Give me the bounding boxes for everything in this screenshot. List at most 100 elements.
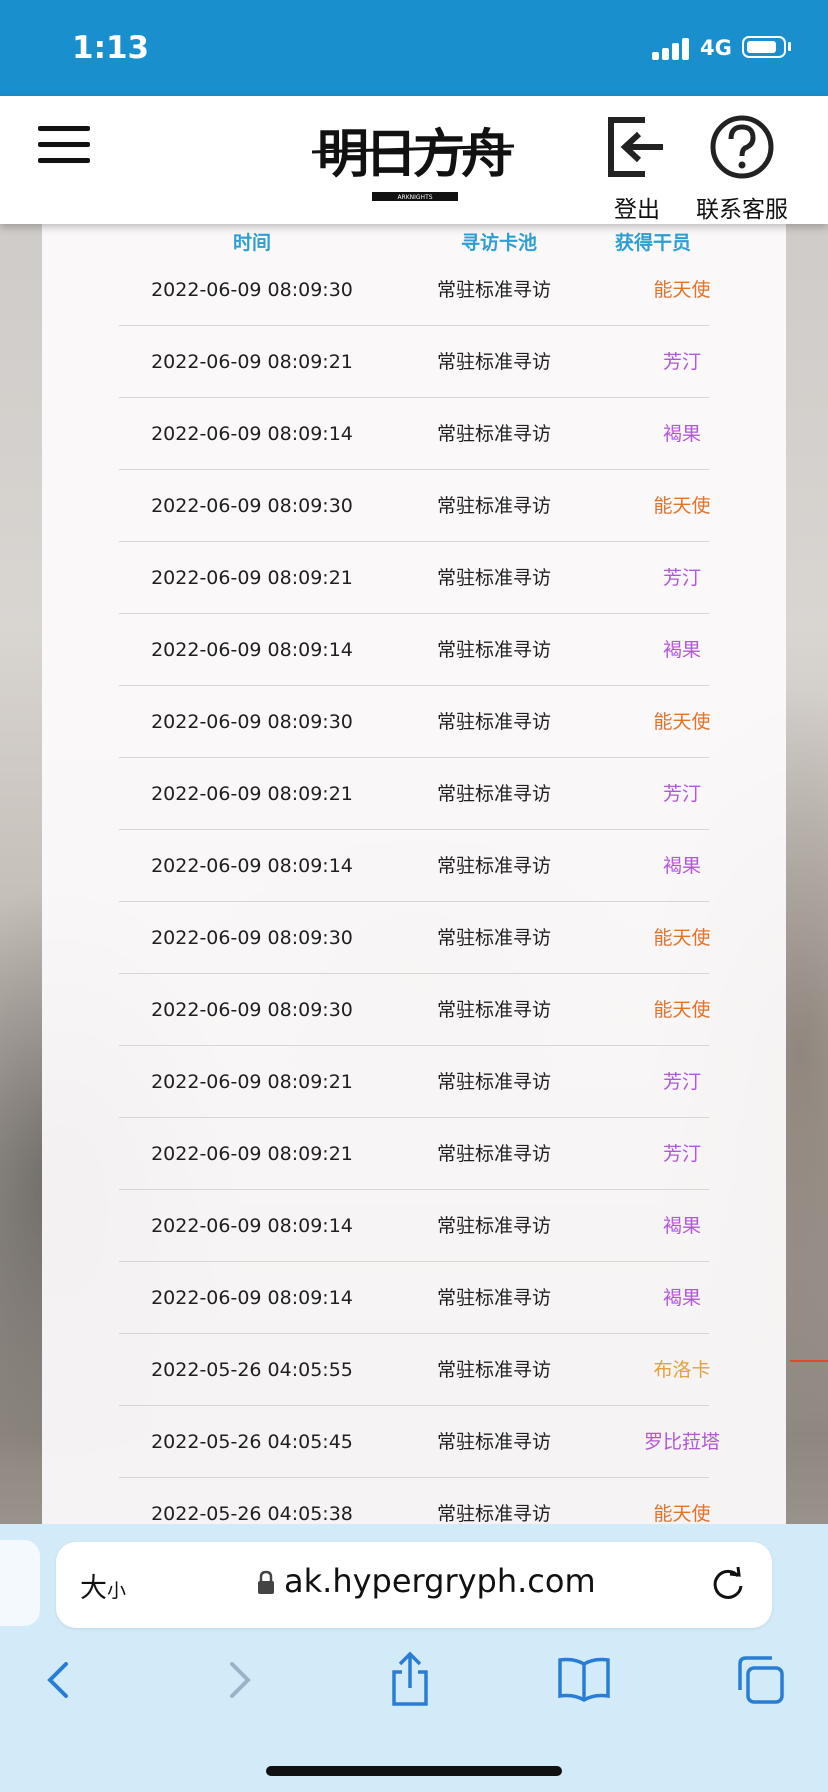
header-operator: 获得干员 (614, 232, 691, 254)
pull-time: 2022-06-09 08:09:14 (151, 1287, 353, 1309)
battery-cap (788, 42, 791, 51)
table-row: 2022-06-09 08:09:14 常驻标准寻访 褐果 (42, 1262, 786, 1334)
operator-name: 褐果 (662, 639, 701, 661)
pull-time: 2022-05-26 04:05:45 (151, 1431, 353, 1453)
pull-time: 2022-06-09 08:09:21 (151, 1071, 353, 1093)
banner-name: 常驻标准寻访 (436, 423, 551, 445)
table-row: 2022-06-09 08:09:21 常驻标准寻访 芳汀 (42, 758, 786, 830)
pull-time: 2022-05-26 04:05:55 (151, 1359, 353, 1381)
banner-name: 常驻标准寻访 (436, 855, 551, 877)
logo-subtext: ARKNIGHTS (397, 194, 432, 201)
logout-icon (608, 117, 663, 177)
banner-name: 常驻标准寻访 (436, 927, 551, 949)
logo-text: 明日方舟 (317, 124, 512, 185)
battery-icon (742, 36, 786, 58)
table-row: 2022-06-09 08:09:30 常驻标准寻访 能天使 (42, 902, 786, 974)
pull-time: 2022-06-09 08:09:30 (151, 999, 353, 1021)
status-time: 1:13 (72, 30, 150, 66)
operator-name: 能天使 (653, 711, 711, 733)
table-row: 2022-06-09 08:09:21 常驻标准寻访 芳汀 (42, 1046, 786, 1118)
browser-toolbar (0, 1650, 828, 1730)
pull-time: 2022-06-09 08:09:21 (151, 351, 353, 373)
banner-name: 常驻标准寻访 (436, 1503, 551, 1524)
pull-time: 2022-06-09 08:09:14 (151, 1215, 353, 1237)
table-row: 2022-06-09 08:09:30 常驻标准寻访 能天使 (42, 686, 786, 758)
bookmarks-icon[interactable] (554, 1650, 614, 1710)
network-type: 4G (700, 36, 732, 60)
banner-name: 常驻标准寻访 (436, 495, 551, 517)
operator-name: 芳汀 (662, 351, 701, 373)
pull-time: 2022-06-09 08:09:21 (151, 783, 353, 805)
tabs-icon[interactable] (730, 1650, 790, 1710)
table-row: 2022-05-26 04:05:55 常驻标准寻访 布洛卡 (42, 1334, 786, 1406)
table-row: 2022-06-09 08:09:14 常驻标准寻访 褐果 (42, 398, 786, 470)
text-size-button[interactable]: 大小 (80, 1566, 126, 1605)
operator-name: 褐果 (662, 423, 701, 445)
question-circle-icon (710, 115, 774, 179)
banner-name: 常驻标准寻访 (436, 1359, 551, 1381)
operator-name: 褐果 (662, 855, 701, 877)
previous-tab-preview[interactable] (0, 1540, 40, 1626)
url-text[interactable]: ak.hypergryph.com (284, 1562, 596, 1600)
table-row: 2022-06-09 08:09:30 常驻标准寻访 能天使 (42, 974, 786, 1046)
pull-time: 2022-05-26 04:05:38 (151, 1503, 353, 1524)
banner-name: 常驻标准寻访 (436, 783, 551, 805)
operator-name: 芳汀 (662, 1071, 701, 1093)
lock-icon (258, 1570, 274, 1594)
header-time: 时间 (232, 232, 271, 254)
logout-button[interactable]: 登出 (596, 112, 678, 223)
table-row: 2022-06-09 08:09:30 常驻标准寻访 能天使 (42, 470, 786, 542)
back-icon[interactable] (30, 1650, 90, 1710)
operator-name: 能天使 (653, 279, 711, 301)
banner-name: 常驻标准寻访 (436, 1071, 551, 1093)
header-pool: 寻访卡池 (460, 232, 537, 254)
table-row: 2022-06-09 08:09:21 常驻标准寻访 芳汀 (42, 542, 786, 614)
pull-time: 2022-06-09 08:09:14 (151, 639, 353, 661)
history-table-body: 2022-06-09 08:09:30 常驻标准寻访 能天使 2022-06-09 0… (42, 254, 786, 1524)
banner-name: 常驻标准寻访 (436, 1215, 551, 1237)
table-row: 2022-06-09 08:09:14 常驻标准寻访 褐果 (42, 614, 786, 686)
pull-time: 2022-06-09 08:09:30 (151, 711, 353, 733)
address-bar[interactable]: 大小 ak.hypergryph.com (56, 1542, 772, 1628)
site-header: 明日方舟 ARKNIGHTS 登出 联系客服 (0, 96, 828, 224)
table-row: 2022-06-09 08:09:30 常驻标准寻访 能天使 (42, 254, 786, 326)
hamburger-icon[interactable] (38, 126, 90, 166)
forward-icon[interactable] (208, 1650, 268, 1710)
operator-name: 芳汀 (662, 1143, 701, 1165)
customer-service-label: 联系客服 (696, 197, 788, 223)
pull-time: 2022-06-09 08:09:30 (151, 279, 353, 301)
logout-label: 登出 (614, 197, 660, 223)
pull-time: 2022-06-09 08:09:30 (151, 927, 353, 949)
background-accent-line (790, 1360, 828, 1362)
banner-name: 常驻标准寻访 (436, 999, 551, 1021)
share-icon[interactable] (380, 1650, 440, 1710)
reload-icon[interactable] (708, 1564, 748, 1604)
status-bar: 1:13 4G (0, 0, 828, 96)
operator-name: 芳汀 (662, 567, 701, 589)
home-indicator[interactable] (266, 1766, 562, 1776)
banner-name: 常驻标准寻访 (436, 1143, 551, 1165)
operator-name: 能天使 (653, 495, 711, 517)
banner-name: 常驻标准寻访 (436, 711, 551, 733)
table-row: 2022-06-09 08:09:14 常驻标准寻访 褐果 (42, 1190, 786, 1262)
banner-name: 常驻标准寻访 (436, 279, 551, 301)
table-row: 2022-05-26 04:05:45 常驻标准寻访 罗比菈塔 (42, 1406, 786, 1478)
table-row: 2022-06-09 08:09:21 常驻标准寻访 芳汀 (42, 326, 786, 398)
pull-time: 2022-06-09 08:09:14 (151, 855, 353, 877)
pull-time: 2022-06-09 08:09:30 (151, 495, 353, 517)
cellular-signal-icon (652, 38, 692, 60)
battery-level (747, 41, 776, 53)
operator-name: 能天使 (653, 1503, 711, 1524)
banner-name: 常驻标准寻访 (436, 639, 551, 661)
banner-name: 常驻标准寻访 (436, 567, 551, 589)
customer-service-button[interactable]: 联系客服 (690, 112, 794, 223)
operator-name: 能天使 (653, 927, 711, 949)
table-row: 2022-06-09 08:09:21 常驻标准寻访 芳汀 (42, 1118, 786, 1190)
gacha-history-panel: 时间 寻访卡池 获得干员 2022-06-09 08:09:30 常驻标准寻访 能天… (42, 224, 786, 1524)
banner-name: 常驻标准寻访 (436, 351, 551, 373)
arknights-logo[interactable]: 明日方舟 ARKNIGHTS (308, 112, 518, 212)
operator-name: 芳汀 (662, 783, 701, 805)
pull-time: 2022-06-09 08:09:21 (151, 567, 353, 589)
table-row: 2022-05-26 04:05:38 常驻标准寻访 能天使 (42, 1478, 786, 1524)
table-row: 2022-06-09 08:09:14 常驻标准寻访 褐果 (42, 830, 786, 902)
